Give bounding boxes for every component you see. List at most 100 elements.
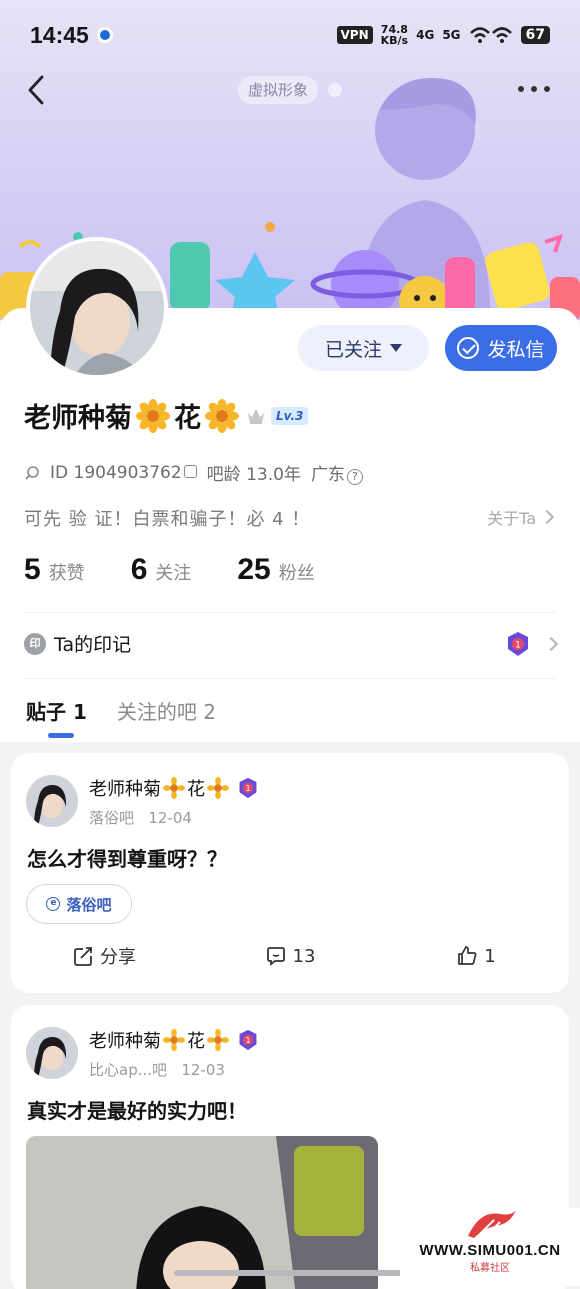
- name-text-2: 花: [174, 403, 201, 434]
- author-photo: [26, 1027, 78, 1079]
- profile-name: 老师种菊 花 Lv.3: [24, 396, 309, 435]
- signal-5g: 5G: [442, 28, 461, 42]
- location[interactable]: 广东?: [311, 460, 363, 485]
- bar-age: 吧龄 13.0年: [206, 465, 301, 485]
- tab-label: 贴子: [26, 700, 66, 724]
- post-date: 12-03: [181, 1061, 225, 1079]
- status-time: 14:45: [30, 21, 89, 48]
- post-image[interactable]: [26, 1136, 378, 1289]
- post-title[interactable]: 真实才是最好的实力吧！: [27, 1095, 247, 1124]
- post-author[interactable]: 老师种菊 花 1: [89, 1027, 259, 1053]
- svg-text:1: 1: [246, 784, 251, 793]
- signal-4g: 4G: [416, 28, 435, 42]
- forum-tag[interactable]: e 落俗吧: [26, 884, 132, 924]
- tab-label: 关注的吧: [116, 700, 197, 724]
- profile-avatar[interactable]: [26, 237, 168, 379]
- like-button[interactable]: 1: [383, 943, 569, 969]
- tab-count: 1: [72, 700, 87, 724]
- post-meta: 落俗吧 12-04: [89, 807, 192, 828]
- send-message-label: 发私信: [487, 339, 545, 361]
- send-message-button[interactable]: 发私信: [445, 325, 557, 371]
- post-author[interactable]: 老师种菊 花 1: [89, 775, 259, 801]
- notification-dot-icon: [96, 27, 113, 43]
- more-options-icon[interactable]: [518, 86, 550, 92]
- flower-emoji-icon: [163, 1029, 185, 1051]
- followed-button[interactable]: 已关注: [298, 325, 429, 371]
- about-link[interactable]: 关于Ta: [487, 505, 555, 529]
- forum-icon: e: [46, 897, 61, 911]
- copy-icon: [183, 464, 197, 478]
- post-photo: [26, 1136, 378, 1289]
- battery-level: 67: [520, 26, 550, 44]
- virtual-avatar-chip[interactable]: 虚拟形象: [238, 76, 319, 104]
- location-text: 广东: [310, 465, 345, 485]
- content-tabs: 贴子 1 关注的吧 2: [26, 696, 216, 725]
- post-title[interactable]: 怎么才得到尊重呀？？: [27, 843, 227, 872]
- stat-value: 25: [237, 553, 271, 586]
- status-indicators: VPN 74.8 KB/s 4G 5G 67: [336, 24, 550, 47]
- followed-label: 已关注: [324, 339, 382, 361]
- comment-button[interactable]: 13: [197, 943, 383, 969]
- post-forum[interactable]: 比心ap...吧: [89, 1061, 167, 1079]
- like-count: 1: [484, 945, 496, 967]
- name-text-1: 老师种菊: [24, 403, 132, 434]
- author-name-2: 花: [187, 1031, 205, 1052]
- user-id[interactable]: ID 1904903762: [50, 463, 197, 483]
- mark-row[interactable]: 印 Ta的印记 1: [24, 630, 559, 657]
- flower-emoji-icon: [205, 398, 239, 433]
- author-avatar[interactable]: [26, 775, 78, 827]
- author-name-1: 老师种菊: [89, 779, 161, 800]
- flower-emoji-icon: [207, 1029, 229, 1051]
- stat-fans[interactable]: 25 粉丝: [237, 553, 314, 587]
- forum-tag-label: 落俗吧: [66, 895, 112, 914]
- stat-label: 粉丝: [278, 563, 315, 584]
- speed-unit: KB/s: [380, 34, 409, 47]
- stat-following[interactable]: 6 关注: [131, 553, 192, 587]
- tab-followed-bars[interactable]: 关注的吧 2: [117, 696, 216, 725]
- profile-meta: ID 1904903762 吧龄 13.0年 广东?: [24, 460, 363, 485]
- stat-value: 6: [130, 553, 148, 586]
- wifi-icon: [469, 27, 512, 43]
- share-button[interactable]: 分享: [11, 943, 197, 969]
- mark-right: 1: [506, 631, 559, 657]
- vpn-indicator: VPN: [336, 26, 373, 44]
- user-id-text: ID 1904903762: [50, 462, 182, 483]
- flower-emoji-icon: [136, 398, 170, 433]
- message-icon: [457, 337, 480, 359]
- author-photo: [26, 775, 78, 827]
- comment-count: 13: [292, 945, 316, 967]
- watermark-url: WWW.SIMU001.CN: [419, 1242, 561, 1259]
- back-arrow-icon[interactable]: [24, 74, 48, 106]
- post-date: 12-04: [148, 809, 192, 827]
- stat-likes[interactable]: 5 获赞: [24, 553, 85, 587]
- medal-badge-icon: 1: [508, 631, 528, 656]
- mark-icon: 印: [24, 632, 46, 655]
- tab-posts[interactable]: 贴子 1: [26, 696, 87, 725]
- chevron-right-icon: [543, 636, 559, 651]
- chevron-right-icon: [539, 509, 555, 525]
- thumbs-up-icon: [458, 946, 477, 965]
- stat-value: 5: [24, 553, 41, 586]
- stat-label: 关注: [155, 563, 192, 584]
- help-icon: ?: [346, 469, 363, 485]
- site-watermark: WWW.SIMU001.CN 私募社区: [400, 1208, 580, 1286]
- post-card[interactable]: 老师种菊 花 1 落俗吧 12-04 怎么才得到尊重呀？？ e 落俗吧 分享 1…: [11, 753, 569, 993]
- author-name-2: 花: [187, 779, 205, 800]
- post-forum[interactable]: 落俗吧: [89, 809, 134, 827]
- author-avatar[interactable]: [26, 1027, 78, 1079]
- share-label: 分享: [100, 947, 136, 968]
- profile-bio: 可先 验 证！白票和骗子！必 4 ！: [24, 509, 311, 530]
- member-crown-icon[interactable]: [245, 405, 267, 427]
- status-bar: 14:45 VPN 74.8 KB/s 4G 5G 67: [0, 0, 580, 70]
- author-name-1: 老师种菊: [89, 1031, 161, 1052]
- share-icon: [74, 947, 92, 966]
- flower-emoji-icon: [163, 777, 185, 799]
- svg-text:1: 1: [515, 640, 521, 650]
- level-badge[interactable]: Lv.3: [271, 406, 309, 425]
- stat-label: 获赞: [48, 563, 85, 584]
- divider: [24, 612, 556, 613]
- flower-emoji-icon: [207, 777, 229, 799]
- dropdown-caret-icon: [390, 344, 402, 352]
- comment-icon: [266, 947, 285, 966]
- post-meta: 比心ap...吧 12-03: [89, 1059, 225, 1080]
